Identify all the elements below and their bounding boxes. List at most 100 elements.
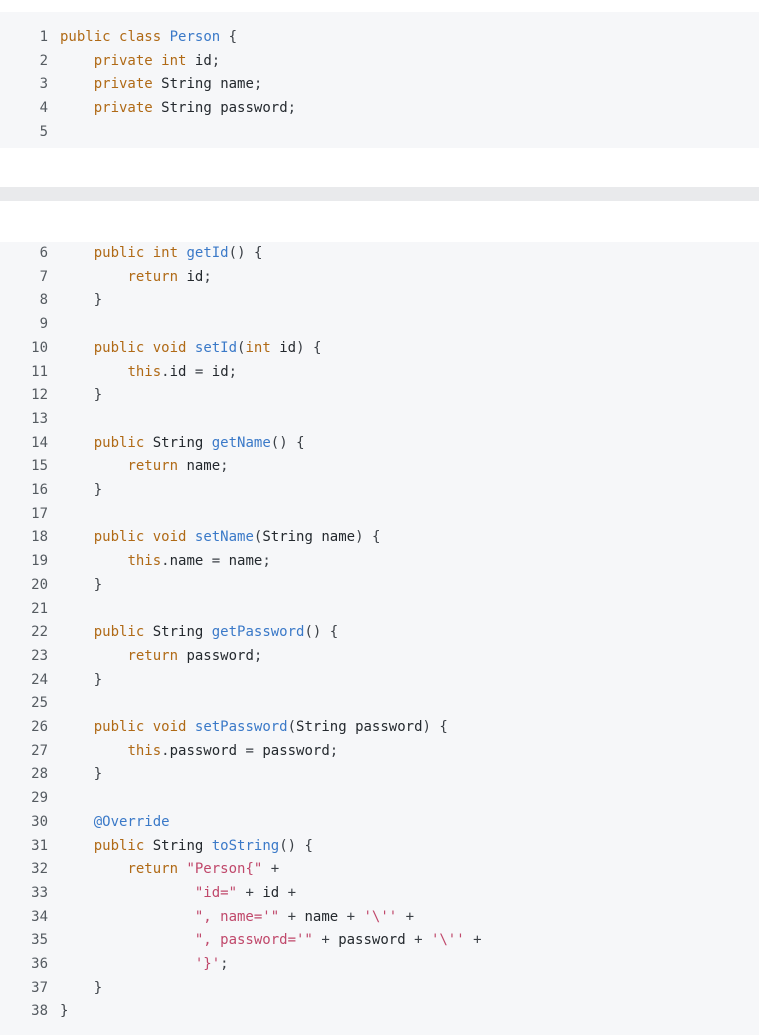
code-text: public String toString() { xyxy=(93,837,313,854)
code-line: 3 private String name; xyxy=(0,73,759,97)
code-line: 9 xyxy=(0,313,759,337)
line-number: 21 xyxy=(31,600,48,617)
code-text: } xyxy=(93,979,103,996)
code-text: '}'; xyxy=(194,956,229,972)
code-line: 23 return password; xyxy=(0,645,759,669)
code-text: return name; xyxy=(127,458,229,475)
line-number: 10 xyxy=(31,339,48,356)
code-line: 7 return id; xyxy=(0,266,759,290)
block-separator xyxy=(0,187,759,201)
code-line: 11 this.id = id; xyxy=(0,361,759,385)
line-number: 11 xyxy=(31,363,48,380)
code-line: 4 private String password; xyxy=(0,97,759,121)
code-text: private int id; xyxy=(93,52,221,69)
code-text: } xyxy=(93,292,103,309)
code-line: 35 ", password='" + password + '\'' + xyxy=(0,929,759,953)
line-number: 33 xyxy=(31,884,48,901)
line-number: 36 xyxy=(31,956,48,972)
code-line: 25 xyxy=(0,692,759,716)
line-number: 28 xyxy=(31,766,48,783)
line-number: 30 xyxy=(31,813,48,830)
code-line: 37 } xyxy=(0,977,759,1001)
code-line: 5 xyxy=(0,121,759,145)
code-line: 33 "id=" + id + xyxy=(0,882,759,906)
line-number: 4 xyxy=(39,100,48,117)
code-text: public void setPassword(String password)… xyxy=(93,719,448,735)
code-line: 16 } xyxy=(0,479,759,503)
line-number: 13 xyxy=(31,410,48,427)
line-number: 14 xyxy=(31,434,48,451)
code-text: private String name; xyxy=(93,76,263,93)
line-number: 26 xyxy=(31,719,48,735)
code-line: 24 } xyxy=(0,669,759,693)
code-text: public void setId(int id) { xyxy=(93,339,322,356)
code-text: public int getId() { xyxy=(93,245,263,261)
line-number: 5 xyxy=(39,123,48,140)
code-line: 27 this.password = password; xyxy=(0,740,759,764)
code-line: 30 @Override xyxy=(0,811,759,835)
line-number: 35 xyxy=(31,932,48,949)
code-text: } xyxy=(93,766,103,783)
line-number: 18 xyxy=(31,529,48,546)
code-line: 20 } xyxy=(0,574,759,598)
line-number: 17 xyxy=(31,505,48,522)
code-text: } xyxy=(93,671,103,688)
line-number: 37 xyxy=(31,979,48,996)
code-line: 34 ", name='" + name + '\'' + xyxy=(0,906,759,930)
code-text: private String password; xyxy=(93,100,297,117)
code-text: this.password = password; xyxy=(127,742,339,759)
line-number: 15 xyxy=(31,458,48,475)
line-number: 38 xyxy=(31,1003,48,1020)
line-number: 22 xyxy=(31,624,48,641)
code-block-methods: 6 public int getId() {7 return id; 8 } 9 10… xyxy=(0,242,759,1035)
code-line: 8 } xyxy=(0,289,759,313)
code-line: 31 public String toString() { xyxy=(0,835,759,859)
code-line: 21 xyxy=(0,598,759,622)
code-line: 13 xyxy=(0,408,759,432)
code-text: return password; xyxy=(127,647,263,664)
line-number: 1 xyxy=(39,29,48,45)
code-text: this.id = id; xyxy=(127,363,238,380)
code-line: 12 } xyxy=(0,384,759,408)
line-number: 6 xyxy=(39,245,48,261)
line-number: 31 xyxy=(31,837,48,854)
code-text: } xyxy=(93,387,103,404)
line-number: 32 xyxy=(31,861,48,878)
code-line: 38} xyxy=(0,1000,759,1024)
code-text: public void setName(String name) { xyxy=(93,529,381,546)
code-line: 10 public void setId(int id) { xyxy=(0,337,759,361)
code-text: return id; xyxy=(127,268,212,285)
code-line: 14 public String getName() { xyxy=(0,432,759,456)
line-number: 20 xyxy=(31,576,48,593)
code-line: 17 xyxy=(0,503,759,527)
code-line: 15 return name; xyxy=(0,455,759,479)
code-text: ", password='" + password + '\'' + xyxy=(194,932,482,949)
line-number: 27 xyxy=(31,742,48,759)
code-text: "id=" + id + xyxy=(194,884,297,901)
line-number: 2 xyxy=(39,52,48,69)
line-number: 23 xyxy=(31,647,48,664)
code-line: 22 public String getPassword() { xyxy=(0,621,759,645)
line-number: 9 xyxy=(39,316,48,333)
code-text: } xyxy=(93,576,103,593)
code-text: } xyxy=(60,1003,69,1020)
code-block-class-fields: 1 public class Person {2 private int id; 3… xyxy=(0,12,759,148)
code-line: 6 public int getId() { xyxy=(0,242,759,266)
code-line: 36 '}'; xyxy=(0,953,759,977)
line-number: 16 xyxy=(31,482,48,498)
code-text: public String getName() { xyxy=(93,434,305,451)
line-number: 8 xyxy=(39,292,48,309)
line-number: 12 xyxy=(31,387,48,404)
line-number: 24 xyxy=(31,671,48,688)
line-number: 25 xyxy=(31,695,48,712)
code-line: 32 return "Person{" + xyxy=(0,858,759,882)
line-number: 3 xyxy=(39,76,48,93)
code-text: public String getPassword() { xyxy=(93,624,339,641)
code-line: 28 } xyxy=(0,763,759,787)
code-text: this.name = name; xyxy=(127,553,271,570)
line-number: 7 xyxy=(39,268,48,285)
code-line: 2 private int id; xyxy=(0,50,759,74)
code-line: 29 xyxy=(0,787,759,811)
code-line: 1 public class Person { xyxy=(0,26,759,50)
code-text: ", name='" + name + '\'' + xyxy=(194,908,415,925)
